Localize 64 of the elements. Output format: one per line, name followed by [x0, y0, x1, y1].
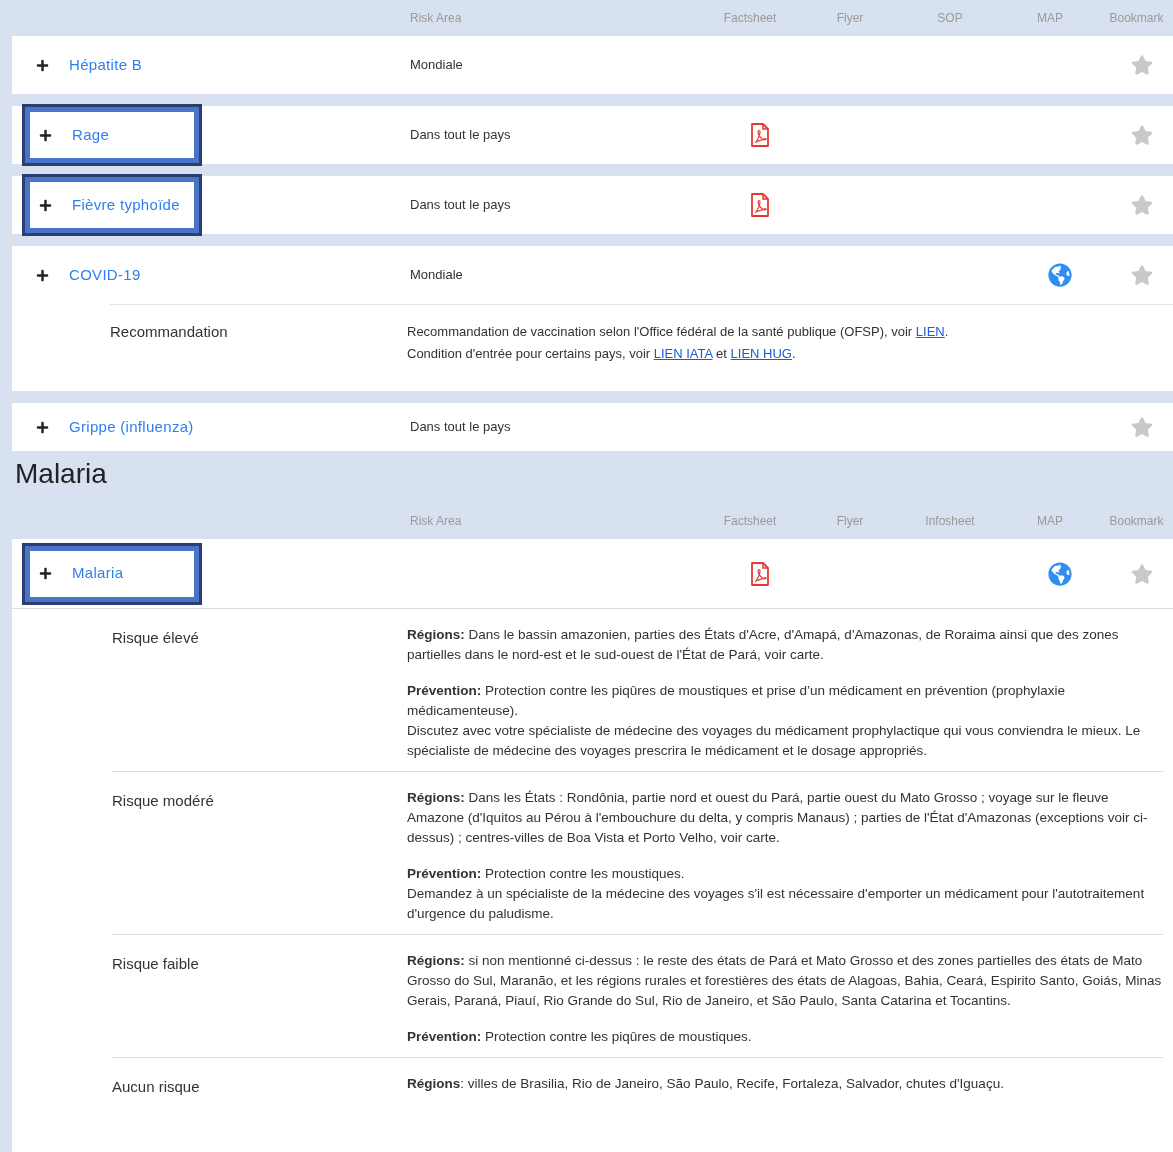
detail-text: Régions: Dans les États : Rondônia, partie nord et ouest du Pará, partie ouest du Mato Grosso ; voyage sur le fleuve Amazone (d'Iquitos au Pérou à l'embouchure du delta, y compris Manaus) ; parties de l'État d'Amazonas (exceptions voir ci-dessus) ; centres-villes de Boa Vista et Porto Velho, voir carte. [407, 789, 1149, 847]
risk-area: Dans tout le pays [410, 197, 511, 213]
link[interactable]: LIEN IATA [653, 346, 713, 361]
risk-area: Dans tout le pays [410, 127, 511, 143]
bookmark-star-icon[interactable] [1130, 416, 1153, 438]
link[interactable]: LIEN [915, 324, 945, 339]
detail-text: Prévention: Protection contre les piqûres de moustiques et prise d’un médicament en prévention (prophylaxie médicamenteuse). Discutez avec votre spécialiste de médecine des voyages du médicament prophylactique qui vous conviendra le mieux. Le spécialiste de médecine des voyages prescrira le médicament et le dosage appropriés. [407, 682, 1142, 760]
expand-icon[interactable] [36, 420, 49, 434]
bookmark-star-icon[interactable] [1130, 562, 1153, 585]
pdf-file-icon[interactable] [750, 561, 770, 586]
column-header: Bookmark [1108, 513, 1165, 530]
vaccine-name-cell[interactable]: Malaria [22, 542, 202, 605]
vaccine-name[interactable]: COVID-19 [69, 263, 141, 287]
vaccine-name[interactable]: Rage [72, 123, 110, 147]
bookmark-star-icon[interactable] [1130, 194, 1153, 216]
column-header: Flyer [835, 513, 865, 530]
vaccine-name-cell[interactable]: Grippe (influenza) [22, 403, 322, 451]
risk-area: Dans tout le pays [410, 419, 511, 435]
detail-text: Régions: Dans le bassin amazonien, parties des États d'Acre, d'Amapá, d'Amazonas, de Roraima ainsi que des zones partielles dans le nord-est et le sud-ouest de l'État de Pará, voir carte. [407, 626, 1120, 664]
detail-label: Recommandation [110, 322, 229, 342]
detail-text: Régions: si non mentionné ci-dessus : le reste des états de Pará et Mato Grosso et des zones partielles des états de Mato Grosso do Sul, Maranão, et les régions rurales et forestières des états de Alagoas, Bahia, Ceará, Espirito Santo, Goiás, Minas Gerais, Paraná, Piauí, Rio Grande do Sul, Rio de Janeiro, et São Paulo, Santa Catarina et Tocantins. [407, 952, 1163, 1010]
expand-icon[interactable] [39, 198, 52, 212]
vaccine-name[interactable]: Hépatite B [69, 53, 143, 77]
pdf-file-icon[interactable] [750, 123, 770, 147]
section-title: Malaria [14, 457, 108, 491]
expand-icon[interactable] [36, 268, 49, 282]
bookmark-star-icon[interactable] [1130, 54, 1153, 76]
column-header: Bookmark [1108, 10, 1165, 27]
column-header: SOP [936, 10, 964, 27]
globe-icon[interactable] [1048, 561, 1072, 586]
risk-level-label: Aucun risque [112, 1077, 201, 1097]
column-header: Infosheet [924, 513, 976, 530]
risk-level-label: Risque élevé [112, 628, 200, 648]
detail-text: Condition d'entrée pour certains pays, voir LIEN IATA et LIEN HUG. [407, 345, 797, 363]
detail-text: Régions: villes de Brasilia, Rio de Janeiro, São Paulo, Recife, Fortaleza, Salvador, chutes d'Iguaçu. [407, 1075, 1005, 1093]
column-header: Risk Area [410, 513, 463, 530]
vaccine-name-cell[interactable]: Fièvre typhoïde [22, 174, 202, 236]
detail-text: Recommandation de vaccination selon l'Office fédéral de la santé publique (OFSP), voir LIEN. [407, 323, 950, 341]
vaccine-name[interactable]: Grippe (influenza) [69, 415, 194, 439]
column-header: Flyer [835, 10, 865, 27]
expand-icon[interactable] [36, 58, 49, 72]
vaccine-name[interactable]: Malaria [72, 562, 124, 585]
pdf-file-icon[interactable] [750, 193, 770, 217]
vaccine-name[interactable]: Fièvre typhoïde [72, 193, 180, 217]
risk-level-label: Risque modéré [112, 791, 215, 811]
vaccine-name-cell[interactable]: COVID-19 [22, 244, 322, 306]
risk-level-label: Risque faible [112, 954, 200, 974]
link[interactable]: LIEN HUG [730, 346, 792, 361]
expand-icon[interactable] [39, 128, 52, 142]
column-header: Factsheet [722, 513, 778, 530]
column-header: MAP [1036, 10, 1064, 27]
column-header: Risk Area [410, 10, 463, 27]
expand-icon[interactable] [39, 567, 52, 580]
globe-icon[interactable] [1048, 263, 1072, 287]
detail-text: Prévention: Protection contre les piqûres de moustiques. [407, 1028, 753, 1046]
risk-area: Mondiale [410, 57, 463, 73]
detail-text: Prévention: Protection contre les moustiques. Demandez à un spécialiste de la médecine des voyages s'il est nécessaire d'emporter un médicament pour l'autotraitement d'urgence du paludisme. [407, 865, 1146, 923]
risk-area: Mondiale [410, 267, 463, 283]
bookmark-star-icon[interactable] [1130, 264, 1153, 286]
bookmark-star-icon[interactable] [1130, 124, 1153, 146]
vaccine-name-cell[interactable]: Hépatite B [22, 34, 322, 96]
column-header: Factsheet [722, 10, 778, 27]
column-header: MAP [1036, 513, 1064, 530]
vaccine-name-cell[interactable]: Rage [22, 104, 202, 166]
